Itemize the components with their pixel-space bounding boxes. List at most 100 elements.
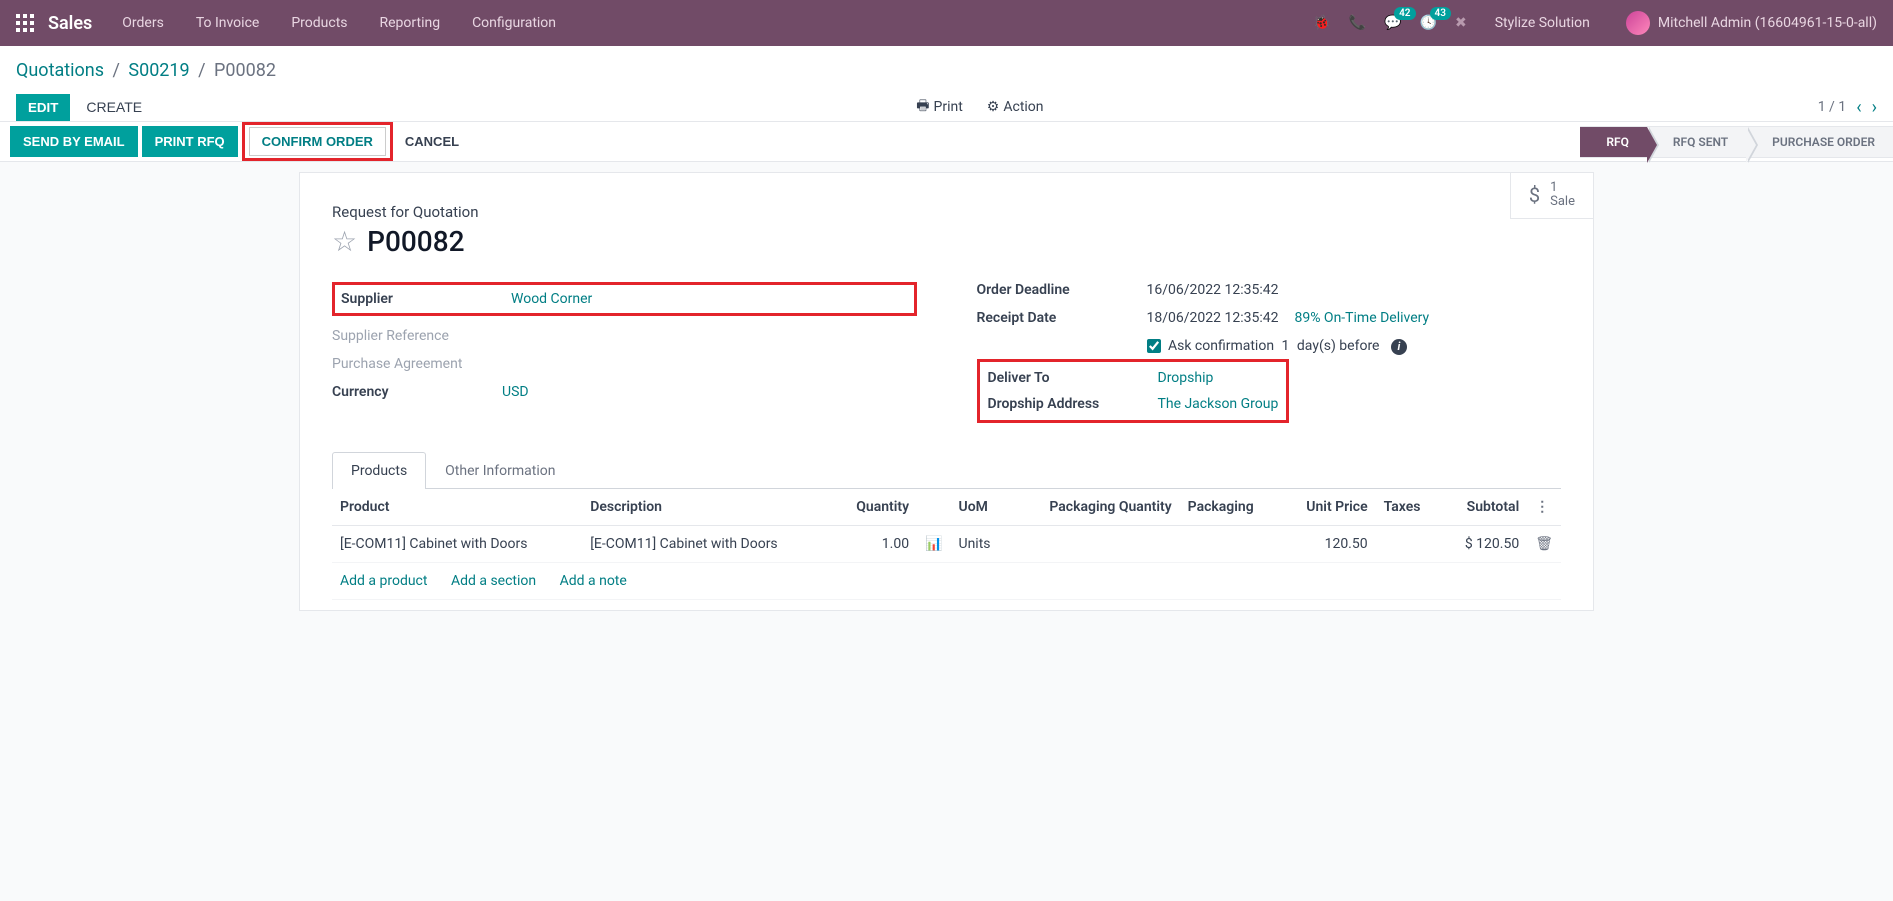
info-icon[interactable]: i [1391, 339, 1407, 355]
crumb-order[interactable]: S00219 [128, 60, 189, 81]
col-options[interactable]: ⋮ [1527, 489, 1561, 526]
col-product[interactable]: Product [332, 489, 582, 526]
currency-value[interactable]: USD [502, 384, 529, 400]
print-label: Print [934, 99, 963, 115]
supplier-value[interactable]: Wood Corner [511, 291, 592, 307]
status-bar: SEND BY EMAIL PRINT RFQ CONFIRM ORDER CA… [0, 121, 1893, 162]
nav-links: Orders To Invoice Products Reporting Con… [122, 15, 1313, 31]
dropship-label: Dropship Address [988, 396, 1158, 412]
user-name: Mitchell Admin (16604961-15-0-all) [1658, 15, 1877, 31]
cell-taxes [1376, 526, 1441, 563]
crumb-quotations[interactable]: Quotations [16, 60, 104, 81]
nav-products[interactable]: Products [291, 15, 347, 31]
stat-count: 1 [1550, 181, 1575, 195]
nav-orders[interactable]: Orders [122, 15, 164, 31]
on-time-delivery-link[interactable]: 89% On-Time Delivery [1294, 310, 1429, 326]
pager-next[interactable]: › [1872, 97, 1877, 118]
table-row[interactable]: [E-COM11] Cabinet with Doors [E-COM11] C… [332, 526, 1561, 563]
ask-confirm-days: 1 [1282, 338, 1290, 354]
order-deadline-label: Order Deadline [977, 282, 1147, 298]
tab-other-info[interactable]: Other Information [426, 452, 574, 489]
supplier-ref-label: Supplier Reference [332, 328, 502, 344]
form-sheet: $ 1 Sale Request for Quotation ☆ P00082 … [299, 172, 1594, 611]
step-purchase-order[interactable]: PURCHASE ORDER [1746, 126, 1893, 158]
cell-quantity: 1.00 [832, 526, 917, 563]
messages-badge: 42 [1394, 7, 1415, 20]
print-rfq-button[interactable]: PRINT RFQ [142, 126, 238, 157]
deliver-to-value[interactable]: Dropship [1158, 370, 1214, 386]
stat-label: Sale [1550, 195, 1575, 209]
products-table: Product Description Quantity UoM Packagi… [332, 489, 1561, 600]
cell-subtotal: $ 120.50 [1441, 526, 1528, 563]
nav-systray: 🐞 📞 💬42 🕓43 ✖ Stylize Solution Mitchell … [1313, 11, 1877, 35]
receipt-date-label: Receipt Date [977, 310, 1147, 326]
company-switcher[interactable]: Stylize Solution [1495, 15, 1590, 31]
pager-text: 1 / 1 [1818, 99, 1846, 115]
app-brand[interactable]: Sales [48, 13, 92, 34]
messages-icon[interactable]: 💬42 [1384, 15, 1401, 31]
breadcrumb: Quotations / S00219 / P00082 [16, 60, 1877, 81]
cell-packaging [1180, 526, 1281, 563]
col-uom[interactable]: UoM [951, 489, 1010, 526]
kebab-icon[interactable]: ⋮ [1535, 499, 1549, 515]
nav-to-invoice[interactable]: To Invoice [196, 15, 260, 31]
col-unit-price[interactable]: Unit Price [1281, 489, 1376, 526]
action-menu[interactable]: ⚙Action [987, 95, 1044, 119]
col-taxes[interactable]: Taxes [1376, 489, 1441, 526]
close-icon[interactable]: ✖ [1455, 15, 1467, 31]
po-name: P00082 [367, 225, 464, 258]
col-subtotal[interactable]: Subtotal [1441, 489, 1528, 526]
left-fields: Supplier Wood Corner Supplier Reference … [332, 282, 917, 423]
edit-button[interactable]: EDIT [16, 94, 70, 121]
create-button[interactable]: CREATE [86, 93, 142, 121]
col-description[interactable]: Description [582, 489, 832, 526]
top-nav: Sales Orders To Invoice Products Reporti… [0, 0, 1893, 46]
avatar [1626, 11, 1650, 35]
confirm-order-button[interactable]: CONFIRM ORDER [249, 127, 386, 156]
step-rfq-sent[interactable]: RFQ SENT [1647, 126, 1746, 158]
dropship-value[interactable]: The Jackson Group [1158, 396, 1279, 412]
activities-badge: 43 [1430, 7, 1451, 20]
pager-prev[interactable]: ‹ [1856, 97, 1861, 118]
priority-star[interactable]: ☆ [332, 225, 357, 258]
ask-confirm-prefix: Ask confirmation [1168, 338, 1274, 354]
deliver-to-label: Deliver To [988, 370, 1158, 386]
tabs: Products Other Information [332, 451, 1561, 489]
debug-icon[interactable]: 🐞 [1313, 15, 1330, 31]
confirm-highlight: CONFIRM ORDER [242, 122, 393, 161]
crumb-sep: / [112, 60, 119, 81]
deliver-highlight: Deliver To Dropship Dropship Address The… [977, 359, 1290, 423]
nav-reporting[interactable]: Reporting [380, 15, 441, 31]
right-fields: Order Deadline 16/06/2022 12:35:42 Recei… [977, 282, 1562, 423]
add-links-row: Add a product Add a section Add a note [332, 563, 1561, 600]
cell-unit-price: 120.50 [1281, 526, 1376, 563]
add-section-link[interactable]: Add a section [451, 573, 536, 589]
cancel-button[interactable]: CANCEL [393, 126, 471, 157]
col-quantity[interactable]: Quantity [832, 489, 917, 526]
receipt-date-value: 18/06/2022 12:35:42 [1147, 310, 1279, 326]
stat-sale-button[interactable]: $ 1 Sale [1510, 173, 1593, 219]
print-menu[interactable]: 🖶Print [916, 95, 963, 119]
crumb-current: P00082 [214, 60, 276, 81]
ask-confirm-wrap: Ask confirmation 1 day(s) before i [1147, 338, 1407, 355]
rfq-subtitle: Request for Quotation [332, 203, 1561, 221]
status-steps: RFQ RFQ SENT PURCHASE ORDER [1580, 126, 1893, 158]
forecast-icon[interactable]: 📊 [925, 536, 942, 552]
add-product-link[interactable]: Add a product [340, 573, 427, 589]
ask-confirm-checkbox[interactable] [1147, 339, 1161, 353]
add-note-link[interactable]: Add a note [560, 573, 627, 589]
gear-icon: ⚙ [987, 99, 1000, 115]
activities-icon[interactable]: 🕓43 [1420, 15, 1437, 31]
user-menu[interactable]: Mitchell Admin (16604961-15-0-all) [1626, 11, 1877, 35]
col-packaging[interactable]: Packaging [1180, 489, 1281, 526]
tab-products[interactable]: Products [332, 452, 426, 489]
send-by-email-button[interactable]: SEND BY EMAIL [10, 126, 138, 157]
step-rfq[interactable]: RFQ [1580, 126, 1647, 158]
phone-icon[interactable]: 📞 [1349, 15, 1366, 31]
action-label: Action [1003, 99, 1043, 115]
apps-icon[interactable] [16, 14, 34, 32]
nav-configuration[interactable]: Configuration [472, 15, 556, 31]
order-deadline-value: 16/06/2022 12:35:42 [1147, 282, 1279, 298]
delete-row-icon[interactable]: 🗑 [1535, 536, 1553, 552]
col-pack-qty[interactable]: Packaging Quantity [1010, 489, 1180, 526]
